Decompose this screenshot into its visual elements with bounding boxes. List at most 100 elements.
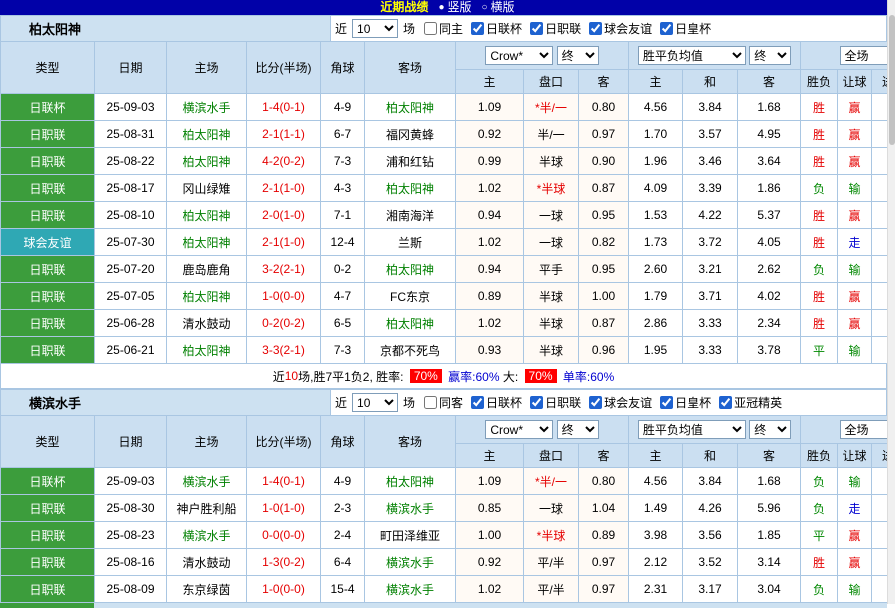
home-team-link[interactable]: 冈山绿雉: [167, 175, 247, 202]
away-team-link[interactable]: FC东京: [365, 283, 456, 310]
checkbox-input[interactable]: [471, 396, 484, 409]
home-team-link[interactable]: 鹿岛鹿角: [167, 256, 247, 283]
filter-checkboxes: 同客 日联杯日职联球会友谊日皇杯 亚冠精英: [424, 394, 782, 411]
result-handicap: 输: [838, 576, 872, 603]
checkbox-label: 日职联: [545, 20, 581, 37]
away-team-link[interactable]: 浦和红钻: [365, 148, 456, 175]
match-row: 日联杯25-09-03横滨水手1-4(0-1)4-9柏太阳神1.09*半/一0.…: [1, 468, 888, 495]
away-team-link[interactable]: 京都不死鸟: [365, 337, 456, 364]
odds-away: 0.87: [579, 310, 629, 337]
layout-horizontal-radio[interactable]: ○ 横版: [482, 0, 515, 15]
home-team-link[interactable]: 柏太阳神: [167, 121, 247, 148]
match-row: 日职联25-08-22柏太阳神4-2(0-2)7-3浦和红钻0.99半球0.90…: [1, 148, 888, 175]
scrollbar-thumb[interactable]: [889, 15, 895, 145]
home-team-link[interactable]: 柏太阳神: [167, 148, 247, 175]
checkbox-input[interactable]: [589, 396, 602, 409]
match-count-select[interactable]: 10: [352, 19, 398, 38]
away-team-link[interactable]: 柏太阳神: [365, 310, 456, 337]
filter-checkbox-同主[interactable]: 同主: [424, 20, 463, 37]
filter-checkbox-同客[interactable]: 同客: [424, 394, 463, 411]
filter-checkbox-球会友谊[interactable]: 球会友谊: [589, 394, 652, 411]
filter-checkbox-日职联[interactable]: 日职联: [530, 394, 581, 411]
away-team-link[interactable]: 横滨水手: [365, 495, 456, 522]
match-date: 25-08-23: [95, 522, 167, 549]
away-team-link[interactable]: 福冈黄蜂: [365, 121, 456, 148]
match-score: 2-1(1-0): [247, 229, 321, 256]
filter-checkbox-日皇杯[interactable]: 日皇杯: [660, 394, 711, 411]
odds-stage-select[interactable]: 终: [557, 420, 599, 439]
match-count-select[interactable]: 10: [352, 393, 398, 412]
checkbox-input[interactable]: [530, 396, 543, 409]
home-team-link[interactable]: 柏太阳神: [167, 337, 247, 364]
corner-score: 4-3: [321, 175, 365, 202]
checkbox-input[interactable]: [424, 22, 437, 35]
bookmaker-select[interactable]: Crow*: [485, 46, 553, 65]
handicap: 一球: [524, 495, 579, 522]
scope-select[interactable]: 全场: [840, 420, 887, 439]
checkbox-input[interactable]: [530, 22, 543, 35]
away-team-link[interactable]: 柏太阳神: [365, 175, 456, 202]
filter-checkbox-日职联[interactable]: 日职联: [530, 20, 581, 37]
checkbox-input[interactable]: [424, 396, 437, 409]
home-team-link[interactable]: 东京绿茵: [167, 576, 247, 603]
avg-home: 4.56: [629, 94, 683, 121]
filter-checkbox-日皇杯[interactable]: 日皇杯: [660, 20, 711, 37]
result-handicap: 赢: [838, 522, 872, 549]
filter-checkbox-亚冠精英[interactable]: 亚冠精英: [719, 394, 782, 411]
checkbox-input[interactable]: [660, 22, 673, 35]
result-handicap: 赢: [838, 121, 872, 148]
match-score: 3-3(2-1): [247, 337, 321, 364]
avg-draw: 4.22: [683, 202, 738, 229]
odds-home: 0.92: [456, 549, 524, 576]
match-date: 25-08-22: [95, 148, 167, 175]
away-team-link[interactable]: 町田泽维亚: [365, 522, 456, 549]
home-team-link[interactable]: 清水鼓动: [167, 310, 247, 337]
home-team-link[interactable]: 横滨水手: [167, 522, 247, 549]
away-team-link[interactable]: 柏太阳神: [365, 94, 456, 121]
checkbox-label: 日联杯: [486, 394, 522, 411]
checkbox-input[interactable]: [589, 22, 602, 35]
col-away: 客场: [365, 42, 456, 94]
odds-home: 1.02: [456, 310, 524, 337]
checkbox-input[interactable]: [719, 396, 732, 409]
avg-stage-select[interactable]: 终: [749, 420, 791, 439]
team-name-label: 柏太阳神: [29, 19, 81, 38]
match-row: 日职联25-07-05柏太阳神1-0(0-0)4-7FC东京0.89半球1.00…: [1, 283, 888, 310]
away-team-link[interactable]: 柏太阳神: [365, 256, 456, 283]
home-team-link[interactable]: 神户胜利船: [167, 495, 247, 522]
bookmaker-select[interactable]: Crow*: [485, 420, 553, 439]
summary-text: 近: [273, 368, 285, 385]
vertical-scrollbar[interactable]: [887, 0, 895, 604]
avg-select[interactable]: 胜平负均值: [638, 46, 746, 65]
away-team-link[interactable]: 柏太阳神: [365, 468, 456, 495]
home-team-link[interactable]: 横滨水手: [167, 468, 247, 495]
home-team-link[interactable]: 横滨水手: [167, 94, 247, 121]
horizontal-label: 横版: [491, 0, 515, 15]
odds-stage-select[interactable]: 终: [557, 46, 599, 65]
away-team-link[interactable]: 横滨水手: [365, 576, 456, 603]
odds-away: 0.95: [579, 202, 629, 229]
filter-checkbox-日联杯[interactable]: 日联杯: [471, 394, 522, 411]
home-team-link[interactable]: 清水鼓动: [167, 549, 247, 576]
away-team-link[interactable]: 兰斯: [365, 229, 456, 256]
checkbox-input[interactable]: [660, 396, 673, 409]
checkbox-label: 亚冠精英: [734, 394, 782, 411]
home-team-link[interactable]: 柏太阳神: [167, 202, 247, 229]
avg-select[interactable]: 胜平负均值: [638, 420, 746, 439]
corner-score: 6-4: [321, 549, 365, 576]
filter-checkbox-日联杯[interactable]: 日联杯: [471, 20, 522, 37]
filter-checkbox-球会友谊[interactable]: 球会友谊: [589, 20, 652, 37]
home-team-link[interactable]: 柏太阳神: [167, 229, 247, 256]
home-team-link[interactable]: 柏太阳神: [167, 283, 247, 310]
match-score: 1-4(0-1): [247, 468, 321, 495]
checkbox-input[interactable]: [471, 22, 484, 35]
layout-vertical-radio[interactable]: ● 竖版: [438, 0, 471, 15]
away-team-link[interactable]: 横滨水手: [365, 549, 456, 576]
scope-select[interactable]: 全场: [840, 46, 887, 65]
avg-stage-select[interactable]: 终: [749, 46, 791, 65]
col-avg-home: 主: [629, 444, 683, 468]
avg-home: 1.96: [629, 148, 683, 175]
match-date: 25-08-10: [95, 202, 167, 229]
away-team-link[interactable]: 湘南海洋: [365, 202, 456, 229]
col-avg-draw: 和: [683, 70, 738, 94]
